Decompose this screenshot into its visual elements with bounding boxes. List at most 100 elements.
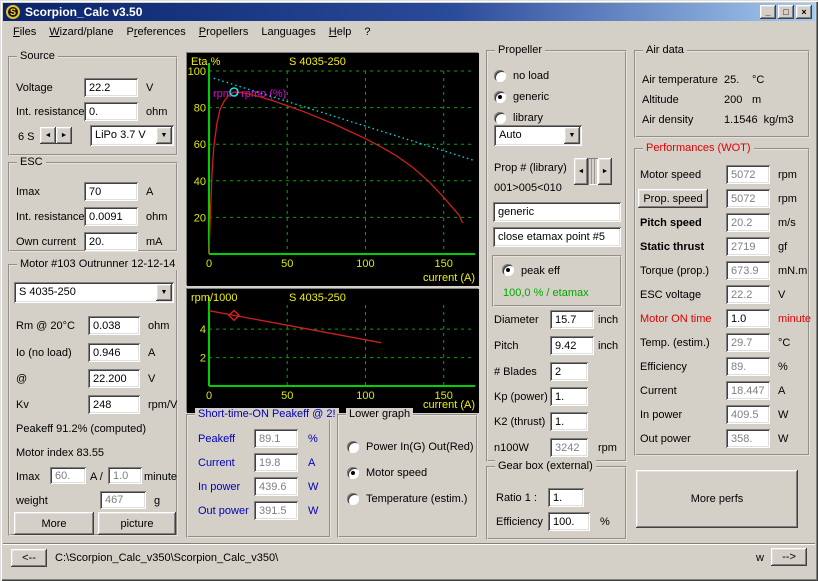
perf-value-field[interactable]: 358. [726,429,770,448]
prop-slider-handle[interactable] [588,158,598,185]
close-button[interactable]: × [796,5,812,19]
perf-row-8: Efficiency89.% [636,356,808,380]
perf-value-field[interactable]: 2719 [726,237,770,256]
cells-decrement-button[interactable]: ◄ [40,127,56,144]
perf-value-field[interactable]: 5072 [726,189,770,208]
short-time-label: Peakeff [198,433,235,445]
titlebar[interactable]: S Scorpion_Calc v3.50 _ □ × [3,3,815,21]
perf-value-field[interactable]: 18.447 [726,381,770,400]
motor-io-input[interactable]: 0.946 [88,343,140,362]
lower-graph-option-2[interactable]: Temperature (estim.) [347,486,474,512]
lower-graph-option-1[interactable]: Motor speed [347,460,474,486]
motor-weight-input[interactable]: 467 [100,491,146,509]
menu-item-0[interactable]: Files [13,26,36,38]
perf-row-10: In power409.5W [636,404,808,428]
radio-button-icon[interactable] [494,112,506,124]
app-logo-icon: S [6,5,20,19]
gearbox-panel: Gear box (external) Ratio 1 : 1. Efficie… [486,466,627,540]
dropdown-arrow-icon[interactable]: ▼ [564,127,580,144]
prop-blades-input[interactable]: 2 [550,362,588,381]
esc-own-current-input[interactable]: 20. [84,232,138,251]
prop-blades-label: # Blades [494,366,537,378]
perf-unit: W [778,433,788,445]
motor-model-dropdown[interactable]: S 4035-250 ▼ [14,282,174,303]
radio-button-icon[interactable] [494,70,506,82]
prop-n100w-field[interactable]: 3242 [550,438,588,457]
cells-label: 6 S [18,131,35,143]
short-time-row-0: Peakeff89.1% [188,428,329,452]
voltage-input[interactable]: 22.2 [84,78,138,97]
source-int-resistance-input[interactable]: 0. [84,102,138,121]
gearbox-efficiency-input[interactable]: 100. [548,512,590,531]
svg-text:60: 60 [194,139,206,151]
menu-item-6[interactable]: ? [364,26,370,38]
propeller-auto-dropdown[interactable]: Auto ▼ [494,125,582,146]
forward-button[interactable]: --> [771,548,807,566]
short-time-value-field[interactable]: 439.6 [254,477,298,496]
prop-hint-input[interactable]: close etamax point #5 [493,227,621,247]
perf-value-field[interactable]: 409.5 [726,405,770,424]
menu-item-5[interactable]: Help [329,26,352,38]
esc-imax-input[interactable]: 70 [84,182,138,201]
short-time-value-field[interactable]: 89.1 [254,429,298,448]
perf-value-field[interactable]: 29.7 [726,333,770,352]
more-button[interactable]: More [14,512,94,535]
radio-button-icon[interactable] [347,441,359,453]
lower-graph-option-0[interactable]: Power In(G) Out(Red) [347,434,474,460]
gearbox-ratio-input[interactable]: 1. [548,488,584,507]
perf-value-field[interactable]: 22.2 [726,285,770,304]
esc-int-resistance-label: Int. resistance [16,211,84,223]
perf-value-field[interactable]: 20.2 [726,213,770,232]
motor-rm-input[interactable]: 0.038 [88,316,140,335]
short-time-value-field[interactable]: 19.8 [254,453,298,472]
perf-row-11: Out power358.W [636,428,808,452]
menu-item-1[interactable]: Wizard/plane [49,26,113,38]
menu-item-4[interactable]: Languages [261,26,315,38]
prop-n100w-label: n100W [494,442,529,454]
motor-imax-input[interactable]: 60. [50,467,86,484]
perf-label: Efficiency [640,361,687,373]
dropdown-arrow-icon[interactable]: ▼ [156,127,172,144]
minimize-button[interactable]: _ [760,5,776,19]
svg-text:Eta %: Eta % [191,56,221,68]
perf-value-field[interactable]: 1.0 [726,309,770,328]
prop-next-button[interactable]: ► [598,158,612,185]
source-int-resistance-unit: ohm [146,106,167,118]
prop-diameter-input[interactable]: 15.7 [550,310,594,329]
perf-label: Motor ON time [640,313,712,325]
prop-pitch-input[interactable]: 9.42 [550,336,594,355]
prop-prev-button[interactable]: ◄ [574,158,588,185]
maximize-button[interactable]: □ [778,5,794,19]
motor-imax-time-input[interactable]: 1.0 [108,467,142,484]
esc-int-resistance-input[interactable]: 0.0091 [84,207,138,226]
propeller-mode-option-1[interactable]: generic [494,86,623,107]
prop-k2-input[interactable]: 1. [550,412,588,431]
dropdown-arrow-icon[interactable]: ▼ [156,284,172,301]
propeller-mode-option-0[interactable]: no load [494,65,623,86]
motor-at-unit: V [148,373,155,385]
radio-button-icon[interactable] [494,91,506,103]
motor-kv-input[interactable]: 248 [88,395,140,414]
source-panel-title: Source [17,50,58,62]
radio-button-icon[interactable] [347,467,359,479]
propeller-panel-title: Propeller [495,44,545,56]
perf-value-field[interactable]: 5072 [726,165,770,184]
prop-speed-button[interactable]: Prop. speed [638,189,708,208]
more-perfs-button[interactable]: More perfs [636,470,798,528]
prop-kp-input[interactable]: 1. [550,387,588,406]
prop-name-input[interactable]: generic [493,202,621,222]
cell-type-dropdown[interactable]: LiPo 3.7 V ▼ [90,125,174,146]
cells-increment-button[interactable]: ► [56,127,72,144]
short-time-value-field[interactable]: 391.5 [254,501,298,520]
svg-text:50: 50 [281,258,293,270]
prop-library-label: Prop # (library) [494,162,567,174]
back-button[interactable]: <-- [11,549,47,567]
menu-item-3[interactable]: Propellers [199,26,249,38]
picture-button[interactable]: picture [98,512,176,535]
radio-button-icon[interactable] [347,493,359,505]
perf-value-field[interactable]: 673.9 [726,261,770,280]
motor-at-input[interactable]: 22.200 [88,369,140,388]
peak-eff-radio[interactable] [502,264,514,276]
menu-item-2[interactable]: Preferences [126,26,185,38]
perf-value-field[interactable]: 89. [726,357,770,376]
